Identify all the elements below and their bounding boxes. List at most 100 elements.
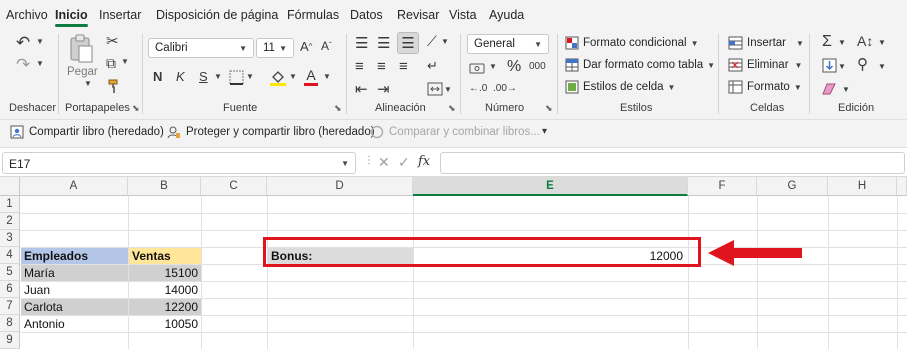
cell-a6[interactable]: Juan: [21, 282, 128, 298]
font-name-select[interactable]: Calibri ▼: [148, 38, 254, 58]
bold-icon[interactable]: N: [153, 70, 162, 83]
insert-cells-button[interactable]: Insertar ▼: [728, 36, 804, 50]
sort-filter-dropdown-icon[interactable]: ▼: [878, 39, 886, 47]
cell-a7[interactable]: Carlota: [21, 299, 128, 315]
fill-icon[interactable]: [822, 58, 837, 73]
italic-icon[interactable]: K: [176, 70, 185, 83]
tab-vista[interactable]: Vista: [449, 8, 477, 22]
cell-b7[interactable]: 12200: [129, 299, 201, 315]
increase-decimal-icon[interactable]: ←.0: [469, 84, 487, 94]
row-header-1[interactable]: 1: [0, 196, 20, 213]
tab-datos[interactable]: Datos: [350, 8, 383, 22]
cell-a4-empleados[interactable]: Empleados: [21, 248, 128, 264]
column-header-b[interactable]: B: [128, 177, 201, 196]
row-header-6[interactable]: 6: [0, 281, 20, 298]
insert-function-icon[interactable]: fx: [418, 155, 430, 168]
tab-disposicion-pagina[interactable]: Disposición de página: [156, 8, 278, 22]
select-all-corner[interactable]: [0, 177, 20, 196]
format-painter-icon[interactable]: [106, 78, 122, 94]
share-workbook-button[interactable]: Compartir libro (heredado): [10, 125, 164, 139]
wrap-text-icon[interactable]: ↵: [427, 59, 438, 72]
row-header-8[interactable]: 8: [0, 315, 20, 332]
formula-input[interactable]: [440, 152, 905, 174]
underline-dropdown-icon[interactable]: ▼: [214, 73, 222, 81]
column-header-c[interactable]: C: [201, 177, 267, 196]
cut-icon[interactable]: ✂: [106, 34, 119, 49]
autosum-dropdown-icon[interactable]: ▼: [838, 39, 846, 47]
name-box[interactable]: E17 ▼: [2, 152, 356, 174]
cell-b5[interactable]: 15100: [129, 265, 201, 281]
merge-dropdown-icon[interactable]: ▼: [444, 86, 452, 94]
increase-indent-icon[interactable]: ⇥: [377, 82, 390, 97]
row-header-7[interactable]: 7: [0, 298, 20, 315]
autosum-icon[interactable]: Σ: [822, 34, 832, 50]
cell-b6[interactable]: 14000: [129, 282, 201, 298]
row-header-2[interactable]: 2: [0, 213, 20, 230]
underline-icon[interactable]: S: [199, 70, 208, 83]
column-header-g[interactable]: G: [757, 177, 828, 196]
undo-dropdown-icon[interactable]: ▼: [36, 38, 44, 46]
font-launcher-icon[interactable]: ⬊: [334, 103, 342, 114]
format-as-table-button[interactable]: Dar formato como tabla ▼: [565, 58, 715, 72]
comma-style-icon[interactable]: 000: [529, 62, 546, 72]
fill-color-icon[interactable]: [269, 68, 287, 86]
column-header-f[interactable]: F: [688, 177, 757, 196]
accounting-format-icon[interactable]: [469, 60, 487, 76]
clear-icon[interactable]: [822, 82, 838, 96]
font-size-select[interactable]: 11 ▼: [256, 38, 294, 58]
number-format-select[interactable]: General ▼: [467, 34, 549, 54]
find-select-icon[interactable]: ⚲: [857, 57, 868, 72]
accounting-dropdown-icon[interactable]: ▼: [489, 63, 497, 71]
copy-icon[interactable]: ⧉: [106, 56, 116, 70]
conditional-formatting-button[interactable]: Formato condicional ▼: [565, 36, 698, 50]
paste-dropdown-icon[interactable]: ▼: [84, 80, 92, 88]
paste-button[interactable]: Pegar: [67, 66, 98, 78]
customize-toolbar-icon[interactable]: ▾: [542, 127, 547, 137]
row-header-9[interactable]: 9: [0, 332, 20, 349]
font-color-icon[interactable]: A: [304, 68, 318, 86]
cell-b8[interactable]: 10050: [129, 316, 201, 332]
borders-dropdown-icon[interactable]: ▼: [246, 73, 254, 81]
find-select-dropdown-icon[interactable]: ▼: [878, 63, 886, 71]
tab-ayuda[interactable]: Ayuda: [489, 8, 524, 22]
tab-inicio[interactable]: Inicio: [55, 8, 88, 27]
tab-formulas[interactable]: Fórmulas: [287, 8, 339, 22]
redo-dropdown-icon[interactable]: ▼: [36, 60, 44, 68]
fill-dropdown-icon[interactable]: ▼: [838, 63, 846, 71]
alignment-launcher-icon[interactable]: ⬊: [448, 103, 456, 114]
clear-dropdown-icon[interactable]: ▼: [842, 86, 850, 94]
decrease-indent-icon[interactable]: ⇤: [355, 82, 368, 97]
column-header-e[interactable]: E: [413, 177, 688, 196]
row-header-3[interactable]: 3: [0, 230, 20, 247]
tab-insertar[interactable]: Insertar: [99, 8, 141, 22]
cell-styles-button[interactable]: Estilos de celda ▼: [565, 80, 675, 94]
protect-share-button[interactable]: Proteger y compartir libro (heredado): [167, 125, 375, 139]
cell-a5[interactable]: María: [21, 265, 128, 281]
align-top-icon[interactable]: ☰: [355, 36, 368, 51]
format-cells-button[interactable]: Formato ▼: [728, 80, 802, 94]
copy-dropdown-icon[interactable]: ▼: [121, 58, 129, 66]
confirm-entry-icon[interactable]: ✓: [398, 155, 410, 169]
align-left-icon[interactable]: ≡: [355, 59, 364, 74]
decrease-decimal-icon[interactable]: .00→: [493, 84, 517, 94]
shrink-font-icon[interactable]: Aˇ: [321, 40, 332, 52]
align-bottom-icon[interactable]: ☰: [397, 32, 419, 54]
cell-a8[interactable]: Antonio: [21, 316, 128, 332]
row-header-4[interactable]: 4: [0, 247, 20, 264]
borders-icon[interactable]: [229, 70, 244, 85]
column-header-partial[interactable]: [897, 177, 907, 196]
clipboard-launcher-icon[interactable]: ⬊: [132, 103, 140, 114]
percent-icon[interactable]: %: [507, 59, 521, 75]
merge-center-icon[interactable]: [427, 82, 443, 96]
cell-b4-ventas[interactable]: Ventas: [129, 248, 201, 264]
column-header-d[interactable]: D: [267, 177, 413, 196]
fill-color-dropdown-icon[interactable]: ▼: [289, 73, 297, 81]
tab-revisar[interactable]: Revisar: [397, 8, 439, 22]
orientation-dropdown-icon[interactable]: ▼: [441, 38, 449, 46]
undo-icon[interactable]: ↶: [16, 34, 30, 51]
compare-merge-button[interactable]: Comparar y combinar libros...: [370, 125, 540, 139]
align-right-icon[interactable]: ≡: [399, 59, 408, 74]
paste-icon[interactable]: [68, 34, 94, 64]
font-color-dropdown-icon[interactable]: ▼: [323, 73, 331, 81]
tab-archivo[interactable]: Archivo: [6, 8, 48, 22]
